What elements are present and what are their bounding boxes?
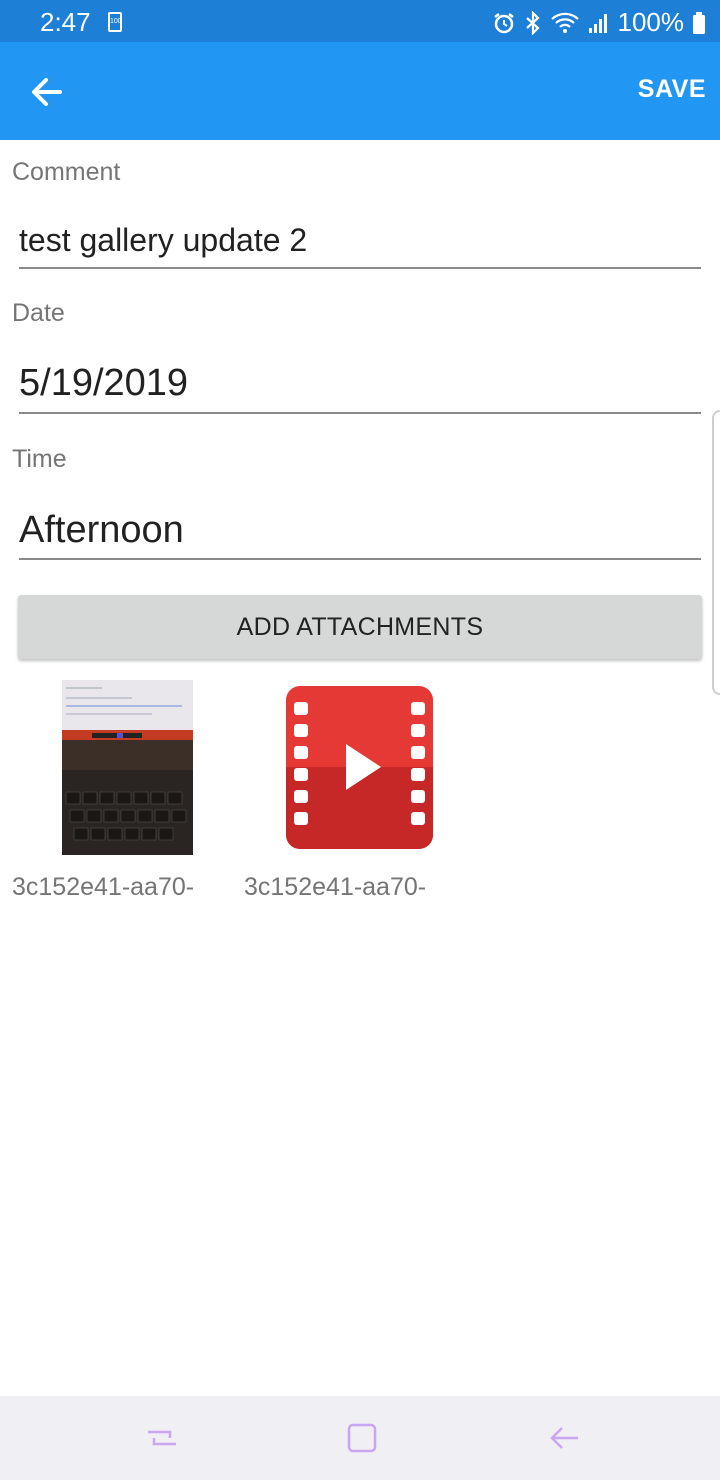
back-icon: [550, 1427, 578, 1449]
video-file-icon: [286, 686, 433, 849]
attachment-image-thumbnail[interactable]: [62, 680, 193, 855]
scroll-edge-indicator: [712, 410, 720, 695]
home-icon: [347, 1423, 377, 1453]
app-bar: SAVE: [0, 42, 720, 140]
bluetooth-icon: [525, 10, 540, 35]
date-input[interactable]: 5/19/2019: [19, 362, 701, 414]
status-time: 2:47: [40, 7, 91, 37]
battery-percent: 100%: [617, 7, 685, 37]
wifi-icon: [550, 12, 579, 33]
comment-input[interactable]: test gallery update 2: [19, 222, 701, 269]
home-button[interactable]: [342, 1418, 382, 1458]
time-input[interactable]: Afternoon: [19, 509, 701, 560]
signal-icon: [588, 13, 607, 33]
alarm-icon: [493, 12, 514, 33]
back-button[interactable]: [26, 72, 70, 112]
time-label: Time: [12, 445, 67, 473]
date-label: Date: [12, 299, 65, 327]
comment-label: Comment: [12, 158, 121, 186]
status-icons: 100%: [492, 7, 707, 38]
recent-apps-button[interactable]: [142, 1418, 182, 1458]
arrow-back-icon: [32, 78, 62, 106]
status-bar: 2:47 100 100%: [0, 0, 720, 42]
battery-saver-icon: 100: [108, 12, 122, 32]
battery-icon: [693, 11, 705, 34]
photo-keyboard-image: [62, 680, 193, 855]
attachment-video-thumbnail[interactable]: [286, 686, 433, 849]
system-nav-bar: [0, 1396, 720, 1480]
add-attachments-button[interactable]: ADD ATTACHMENTS: [18, 595, 702, 659]
attachment-caption: 3c152e41-aa70-: [244, 873, 427, 901]
attachment-caption: 3c152e41-aa70-: [12, 873, 195, 901]
save-button[interactable]: SAVE: [638, 75, 706, 104]
system-back-button[interactable]: [544, 1418, 584, 1458]
recent-apps-icon: [148, 1430, 176, 1446]
